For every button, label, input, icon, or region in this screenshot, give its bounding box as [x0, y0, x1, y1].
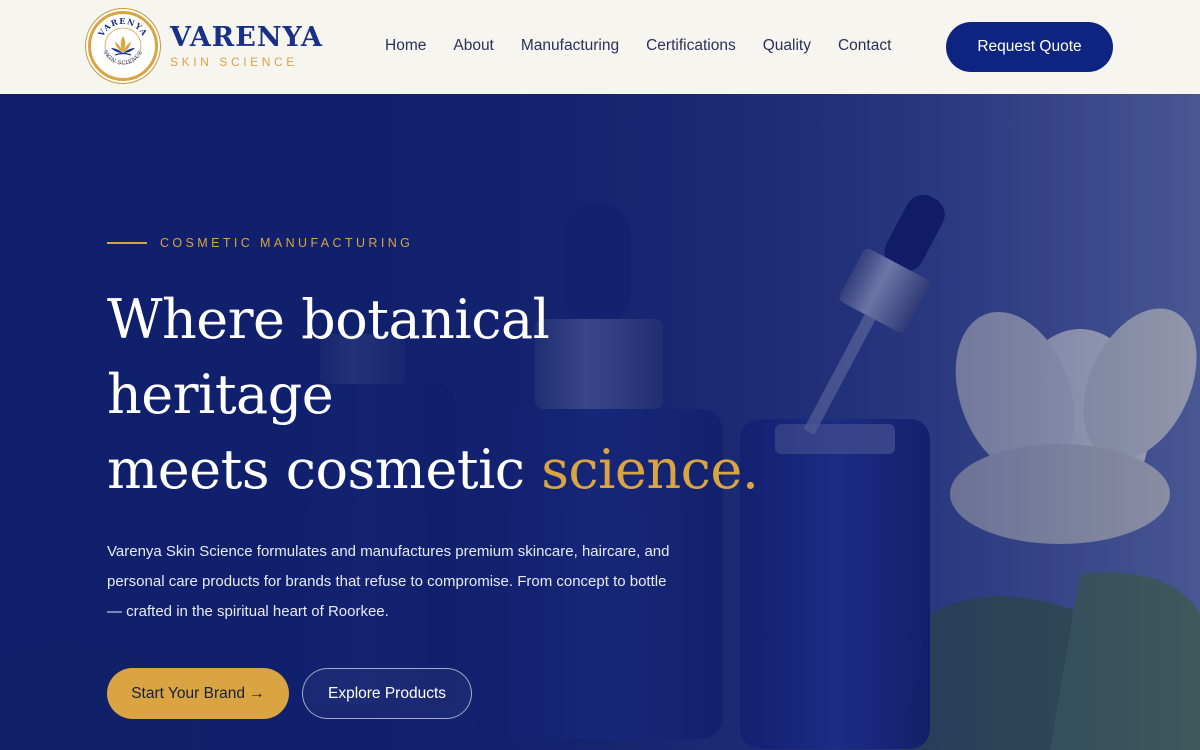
nav-certifications[interactable]: Certifications [646, 37, 736, 55]
eyebrow-divider [107, 242, 147, 244]
nav-about[interactable]: About [453, 37, 494, 55]
hero-section: COSMETIC MANUFACTURING Where botanical h… [0, 94, 1200, 750]
seal-text-bottom: SKIN SCIENCE [102, 49, 144, 66]
svg-text:VARENYA: VARENYA [95, 16, 150, 39]
eyebrow-text: COSMETIC MANUFACTURING [160, 236, 414, 250]
brand-name: VARENYA [170, 22, 323, 53]
nav-contact[interactable]: Contact [838, 37, 891, 55]
svg-text:SKIN SCIENCE: SKIN SCIENCE [102, 49, 145, 66]
headline-line-2: heritage [107, 363, 334, 426]
logo[interactable]: VARENYA SKIN SCIENCE VARENYA SKIN SCIENC… [88, 11, 323, 81]
nav-manufacturing[interactable]: Manufacturing [521, 37, 619, 55]
site-header: VARENYA SKIN SCIENCE VARENYA SKIN SCIENC… [0, 0, 1200, 94]
headline-accent: science. [541, 438, 759, 501]
headline-line-3: meets cosmetic [107, 438, 542, 501]
brand-tagline: SKIN SCIENCE [170, 55, 298, 69]
seal-text-top: VARENYA [95, 16, 149, 39]
main-nav: Home About Manufacturing Certifications … [385, 37, 891, 55]
explore-products-button[interactable]: Explore Products [302, 668, 472, 719]
hero-eyebrow: COSMETIC MANUFACTURING [107, 236, 413, 250]
request-quote-button[interactable]: Request Quote [946, 22, 1113, 72]
nav-home[interactable]: Home [385, 37, 426, 55]
nav-quality[interactable]: Quality [763, 37, 811, 55]
lotus-seal-icon: VARENYA SKIN SCIENCE [88, 11, 158, 81]
hero-headline: Where botanical heritage meets cosmetic … [107, 282, 807, 507]
hero-description: Varenya Skin Science formulates and manu… [107, 543, 670, 620]
headline-line-1: Where botanical [107, 288, 550, 351]
start-your-brand-button[interactable]: Start Your Brand → [107, 668, 289, 719]
